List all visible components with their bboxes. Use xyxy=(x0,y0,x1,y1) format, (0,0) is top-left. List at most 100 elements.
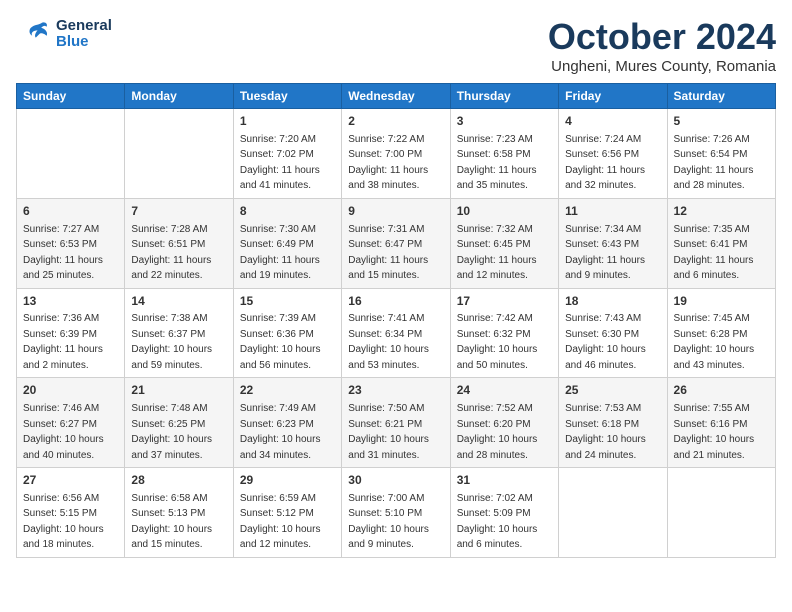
day-number: 30 xyxy=(348,472,443,489)
day-number: 25 xyxy=(565,382,660,399)
day-number: 10 xyxy=(457,203,552,220)
day-cell xyxy=(17,109,125,199)
day-number: 20 xyxy=(23,382,118,399)
day-cell: 29Sunrise: 6:59 AM Sunset: 5:12 PM Dayli… xyxy=(233,468,341,558)
day-cell: 15 Sunrise: 7:39 AM Sunset: 6:36 PM Dayli… xyxy=(233,288,341,378)
logo: General Blue xyxy=(16,16,112,52)
day-cell: 1Sunrise: 7:20 AM Sunset: 7:02 PM Daylig… xyxy=(233,109,341,199)
day-cell: 5 Sunrise: 7:26 AM Sunset: 6:54 PM Daylig… xyxy=(667,109,775,199)
day-number: 24 xyxy=(457,382,552,399)
day-number: 16 xyxy=(348,293,443,310)
week-row-1: 1Sunrise: 7:20 AM Sunset: 7:02 PM Daylig… xyxy=(17,109,776,199)
day-info: Sunrise: 7:48 AM Sunset: 6:25 PM Dayligh… xyxy=(131,403,212,461)
day-number: 4 xyxy=(565,113,660,130)
day-info: Sunrise: 7:55 AM Sunset: 6:16 PM Dayligh… xyxy=(674,403,755,461)
day-number: 31 xyxy=(457,472,552,489)
day-info: Sunrise: 7:45 AM Sunset: 6:28 PM Dayligh… xyxy=(674,313,755,371)
day-number: 26 xyxy=(674,382,769,399)
day-cell: 24 Sunrise: 7:52 AM Sunset: 6:20 PM Dayli… xyxy=(450,378,558,468)
day-info: Sunrise: 7:30 AM Sunset: 6:49 PM Dayligh… xyxy=(240,224,320,282)
day-number: 9 xyxy=(348,203,443,220)
logo-blue-text: Blue xyxy=(56,34,112,51)
day-cell: 11 Sunrise: 7:34 AM Sunset: 6:43 PM Dayli… xyxy=(559,198,667,288)
day-info: Sunrise: 7:31 AM Sunset: 6:47 PM Dayligh… xyxy=(348,224,428,282)
day-cell: 9 Sunrise: 7:31 AM Sunset: 6:47 PM Daylig… xyxy=(342,198,450,288)
title-area: October 2024 Ungheni, Mures County, Roma… xyxy=(548,16,776,75)
day-info: Sunrise: 7:49 AM Sunset: 6:23 PM Dayligh… xyxy=(240,403,321,461)
logo-general-text: General xyxy=(56,18,112,35)
day-number: 12 xyxy=(674,203,769,220)
day-info: Sunrise: 7:42 AM Sunset: 6:32 PM Dayligh… xyxy=(457,313,538,371)
day-cell: 22Sunrise: 7:49 AM Sunset: 6:23 PM Dayli… xyxy=(233,378,341,468)
day-info: Sunrise: 7:34 AM Sunset: 6:43 PM Dayligh… xyxy=(565,224,645,282)
day-info: Sunrise: 7:26 AM Sunset: 6:54 PM Dayligh… xyxy=(674,134,754,192)
day-info: Sunrise: 7:32 AM Sunset: 6:45 PM Dayligh… xyxy=(457,224,537,282)
day-number: 5 xyxy=(674,113,769,130)
logo-icon xyxy=(16,16,52,52)
day-number: 3 xyxy=(457,113,552,130)
day-number: 19 xyxy=(674,293,769,310)
day-cell: 7 Sunrise: 7:28 AM Sunset: 6:51 PM Daylig… xyxy=(125,198,233,288)
week-row-5: 27Sunrise: 6:56 AM Sunset: 5:15 PM Dayli… xyxy=(17,468,776,558)
day-cell: 20 Sunrise: 7:46 AM Sunset: 6:27 PM Dayli… xyxy=(17,378,125,468)
day-cell: 12 Sunrise: 7:35 AM Sunset: 6:41 PM Dayli… xyxy=(667,198,775,288)
day-number: 2 xyxy=(348,113,443,130)
week-row-3: 13Sunrise: 7:36 AM Sunset: 6:39 PM Dayli… xyxy=(17,288,776,378)
day-cell xyxy=(559,468,667,558)
day-number: 6 xyxy=(23,203,118,220)
weekday-header-monday: Monday xyxy=(125,84,233,109)
day-info: Sunrise: 7:39 AM Sunset: 6:36 PM Dayligh… xyxy=(240,313,321,371)
day-info: Sunrise: 6:58 AM Sunset: 5:13 PM Dayligh… xyxy=(131,493,212,551)
day-number: 14 xyxy=(131,293,226,310)
calendar-table: SundayMondayTuesdayWednesdayThursdayFrid… xyxy=(16,83,776,558)
day-info: Sunrise: 7:50 AM Sunset: 6:21 PM Dayligh… xyxy=(348,403,429,461)
day-cell: 18Sunrise: 7:43 AM Sunset: 6:30 PM Dayli… xyxy=(559,288,667,378)
day-cell: 19 Sunrise: 7:45 AM Sunset: 6:28 PM Dayli… xyxy=(667,288,775,378)
day-cell: 28 Sunrise: 6:58 AM Sunset: 5:13 PM Dayli… xyxy=(125,468,233,558)
day-cell xyxy=(667,468,775,558)
day-cell: 8 Sunrise: 7:30 AM Sunset: 6:49 PM Daylig… xyxy=(233,198,341,288)
day-info: Sunrise: 7:00 AM Sunset: 5:10 PM Dayligh… xyxy=(348,493,429,551)
day-cell: 27Sunrise: 6:56 AM Sunset: 5:15 PM Dayli… xyxy=(17,468,125,558)
day-number: 13 xyxy=(23,293,118,310)
day-number: 8 xyxy=(240,203,335,220)
day-cell: 31 Sunrise: 7:02 AM Sunset: 5:09 PM Dayli… xyxy=(450,468,558,558)
weekday-header-thursday: Thursday xyxy=(450,84,558,109)
day-info: Sunrise: 7:02 AM Sunset: 5:09 PM Dayligh… xyxy=(457,493,538,551)
day-cell: 10 Sunrise: 7:32 AM Sunset: 6:45 PM Dayli… xyxy=(450,198,558,288)
day-number: 29 xyxy=(240,472,335,489)
day-cell: 13Sunrise: 7:36 AM Sunset: 6:39 PM Dayli… xyxy=(17,288,125,378)
day-cell: 14Sunrise: 7:38 AM Sunset: 6:37 PM Dayli… xyxy=(125,288,233,378)
weekday-header-wednesday: Wednesday xyxy=(342,84,450,109)
day-cell: 23 Sunrise: 7:50 AM Sunset: 6:21 PM Dayli… xyxy=(342,378,450,468)
day-cell: 25Sunrise: 7:53 AM Sunset: 6:18 PM Dayli… xyxy=(559,378,667,468)
day-info: Sunrise: 7:22 AM Sunset: 7:00 PM Dayligh… xyxy=(348,134,428,192)
day-cell: 6 Sunrise: 7:27 AM Sunset: 6:53 PM Daylig… xyxy=(17,198,125,288)
day-number: 23 xyxy=(348,382,443,399)
day-info: Sunrise: 7:28 AM Sunset: 6:51 PM Dayligh… xyxy=(131,224,211,282)
day-number: 11 xyxy=(565,203,660,220)
day-number: 27 xyxy=(23,472,118,489)
day-cell: 2 Sunrise: 7:22 AM Sunset: 7:00 PM Daylig… xyxy=(342,109,450,199)
day-info: Sunrise: 7:46 AM Sunset: 6:27 PM Dayligh… xyxy=(23,403,104,461)
day-info: Sunrise: 7:41 AM Sunset: 6:34 PM Dayligh… xyxy=(348,313,429,371)
day-number: 21 xyxy=(131,382,226,399)
weekday-header-tuesday: Tuesday xyxy=(233,84,341,109)
day-info: Sunrise: 7:35 AM Sunset: 6:41 PM Dayligh… xyxy=(674,224,754,282)
day-cell: 30 Sunrise: 7:00 AM Sunset: 5:10 PM Dayli… xyxy=(342,468,450,558)
day-info: Sunrise: 7:27 AM Sunset: 6:53 PM Dayligh… xyxy=(23,224,103,282)
day-info: Sunrise: 7:43 AM Sunset: 6:30 PM Dayligh… xyxy=(565,313,646,371)
day-cell: 17Sunrise: 7:42 AM Sunset: 6:32 PM Dayli… xyxy=(450,288,558,378)
month-title: October 2024 xyxy=(548,16,776,58)
day-cell xyxy=(125,109,233,199)
day-number: 15 xyxy=(240,293,335,310)
day-cell: 21 Sunrise: 7:48 AM Sunset: 6:25 PM Dayli… xyxy=(125,378,233,468)
weekday-header-sunday: Sunday xyxy=(17,84,125,109)
page-header: General Blue October 2024 Ungheni, Mures… xyxy=(16,16,776,75)
day-info: Sunrise: 7:52 AM Sunset: 6:20 PM Dayligh… xyxy=(457,403,538,461)
day-cell: 16 Sunrise: 7:41 AM Sunset: 6:34 PM Dayli… xyxy=(342,288,450,378)
day-number: 7 xyxy=(131,203,226,220)
day-number: 28 xyxy=(131,472,226,489)
day-cell: 4Sunrise: 7:24 AM Sunset: 6:56 PM Daylig… xyxy=(559,109,667,199)
day-number: 1 xyxy=(240,113,335,130)
